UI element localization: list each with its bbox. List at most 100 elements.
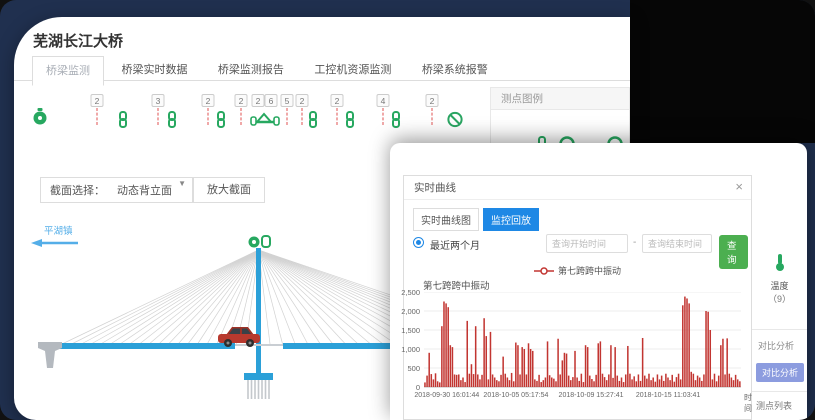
sensor-dash-line [97, 108, 98, 125]
chain-link-icon[interactable] [166, 111, 178, 133]
prohibited-icon[interactable] [447, 111, 464, 133]
circle-sensor-icon[interactable] [559, 136, 575, 143]
detail-window: 实时曲线 × 实时曲线图 监控回放 最近两个月 - 查询 第七跨跨中振动 第七跨… [390, 143, 807, 420]
chart-bar [543, 380, 545, 387]
query-row: 最近两个月 - 查询 [413, 234, 748, 254]
query-end-time-input[interactable] [642, 234, 712, 253]
section-select-label: 截面选择： [41, 182, 109, 198]
bridge-sensor-icon[interactable] [250, 110, 280, 131]
chart-bar [439, 382, 441, 387]
y-tick-label: 0 [401, 383, 420, 392]
tab-curve-browse[interactable]: 实时曲线图 [413, 208, 479, 231]
tower-link-icon[interactable] [262, 236, 270, 247]
sensor-group[interactable]: 2 [426, 94, 439, 125]
chart-bar [648, 374, 650, 387]
chart-bar [576, 378, 578, 388]
chart-bar [492, 374, 494, 387]
chart-bar [460, 380, 462, 387]
page-title: 芜湖长江大桥 [33, 30, 123, 51]
sensor-group[interactable]: 2 [235, 94, 248, 125]
chart-bar [578, 381, 580, 387]
chart-bar [509, 380, 511, 387]
chain-link-icon[interactable] [390, 111, 402, 133]
bridge-deck-left [57, 343, 235, 349]
chart-legend[interactable]: 第七跨跨中振动 [404, 264, 751, 277]
chart-bar [705, 311, 707, 387]
direction-label: 平湖镇 [44, 225, 73, 237]
chart-bar [547, 341, 549, 387]
chart-bar [466, 321, 468, 387]
x-axis-title: 时间 [744, 392, 752, 414]
temperature-legend-item[interactable]: 温度 （9） [752, 253, 807, 305]
chart-bar [477, 374, 479, 387]
chart-bar [452, 347, 454, 387]
temperature-label: 温度 [752, 279, 807, 292]
chain-link-icon[interactable] [307, 111, 319, 133]
circle-sensor-icon[interactable] [607, 136, 623, 143]
chart-bar [481, 375, 483, 387]
chart-bar [562, 360, 564, 387]
section-select[interactable]: 截面选择： 动态背立面 ▼ [40, 177, 193, 203]
chart-bar [583, 382, 585, 387]
y-tick-label: 1,500 [401, 326, 420, 335]
chart-bar [667, 378, 669, 388]
recent-two-months-radio[interactable] [413, 237, 424, 248]
chart-bar [513, 381, 515, 387]
tab-bridge-monitor[interactable]: 桥梁监测 [32, 56, 104, 86]
tab-monitor-playback[interactable]: 监控回放 [483, 208, 539, 231]
compare-section-title: 对比分析 [758, 339, 794, 352]
chart-bar [505, 374, 507, 387]
sensor-group[interactable]: 2 [252, 94, 265, 107]
screen: 芜湖长江大桥 桥梁监测 桥梁实时数据 桥梁监测报告 工控机资源监测 桥梁系统报警… [0, 0, 815, 420]
sensor-count-badge: 6 [265, 94, 278, 107]
sensor-group[interactable]: 2 [202, 94, 215, 125]
chart-bar [574, 351, 576, 387]
query-start-time-input[interactable] [546, 234, 628, 253]
tab-system-alarm[interactable]: 桥梁系统报警 [409, 55, 501, 84]
chain-link-icon[interactable] [215, 111, 227, 133]
chart-bar [553, 379, 555, 387]
chart-bar [456, 375, 458, 387]
sensor-dash-line [432, 108, 433, 125]
chart-bar [729, 374, 731, 387]
chain-link-icon[interactable] [536, 136, 548, 143]
chart-bar [690, 372, 692, 387]
chart-plot-area [424, 292, 741, 387]
tab-realtime-data[interactable]: 桥梁实时数据 [108, 55, 200, 84]
chart-bar [720, 345, 722, 387]
bridge-pier [38, 342, 62, 368]
close-icon[interactable]: × [735, 180, 743, 194]
chart-bar [536, 381, 538, 387]
chart-bar [676, 377, 678, 387]
chart-bar [665, 374, 667, 387]
chart-bar [557, 339, 559, 387]
sensor-group[interactable]: 3 [152, 94, 165, 125]
tab-monitor-report[interactable]: 桥梁监测报告 [205, 55, 297, 84]
zoom-section-button[interactable]: 放大截面 [193, 177, 265, 203]
chart-bar [693, 374, 695, 387]
chart-bar [659, 379, 661, 387]
chart-bar [445, 303, 447, 387]
chain-link-icon[interactable] [344, 111, 356, 133]
chart-bar [650, 380, 652, 387]
sensor-group[interactable]: 5 [281, 94, 294, 125]
chart-bar [629, 374, 631, 387]
sensor-group[interactable]: 4 [377, 94, 390, 125]
chart-bar [695, 380, 697, 387]
sensor-group[interactable]: 2 [91, 94, 104, 125]
sensor-group[interactable]: 6 [265, 94, 278, 107]
sensor-group[interactable]: 2 [331, 94, 344, 125]
chart-bar [437, 381, 439, 387]
tab-ipc-resource[interactable]: 工控机资源监测 [301, 55, 404, 84]
chart-bar [716, 381, 718, 387]
chart-bar [515, 343, 517, 387]
chart-bar [612, 378, 614, 387]
chart-bar [710, 330, 712, 387]
sensor-dash-line [302, 108, 303, 125]
sensor-count-badge: 3 [152, 94, 165, 107]
chain-link-icon[interactable] [117, 111, 129, 133]
stopwatch-icon[interactable] [32, 107, 49, 132]
compare-analysis-button[interactable]: 对比分析 [756, 363, 804, 382]
sensor-count-badge: 2 [202, 94, 215, 107]
chart-bar [602, 374, 604, 387]
